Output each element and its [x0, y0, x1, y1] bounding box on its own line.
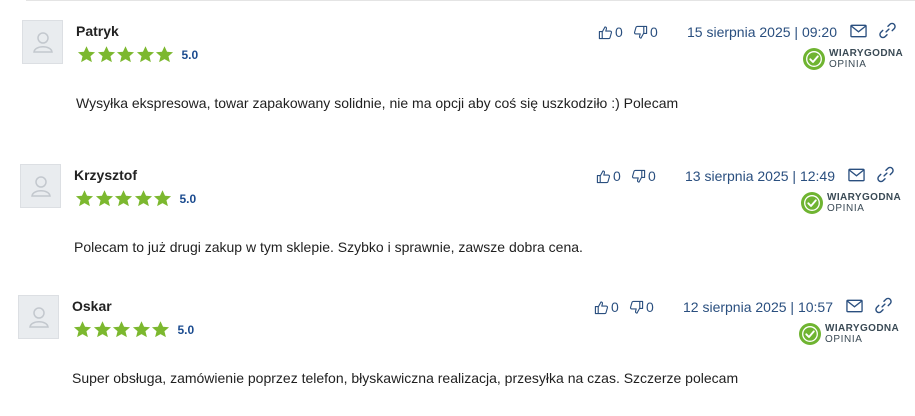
envelope-icon[interactable] — [848, 168, 865, 182]
rating-stars: 5.0 — [77, 45, 198, 64]
thumbs-up-icon — [596, 169, 611, 183]
review-date: 13 sierpnia 2025 | 12:49 — [685, 168, 835, 184]
review-item: Oskar 5.0 0 0 12 sierpnia 2025 | 10:57 W… — [0, 275, 911, 405]
helpful-vote-button[interactable]: 0 — [594, 299, 619, 315]
rating-stars: 5.0 — [73, 320, 194, 339]
star-icon — [93, 321, 111, 338]
envelope-icon[interactable] — [850, 24, 867, 38]
avatar — [20, 164, 61, 208]
star-icon — [114, 190, 133, 207]
star-icon — [153, 190, 172, 207]
chain-link-icon[interactable] — [879, 22, 896, 39]
user-silhouette-icon — [32, 32, 53, 53]
review-text: Wysyłka ekspresowa, towar zapakowany sol… — [76, 95, 679, 111]
unhelpful-count: 0 — [648, 168, 656, 184]
verified-opinion-badge: WIARYGODNA OPINIA — [798, 322, 899, 346]
rating-score: 5.0 — [177, 322, 195, 337]
helpful-vote-button[interactable]: 0 — [598, 24, 623, 40]
review-author: Krzysztof — [74, 167, 138, 183]
thumbs-down-icon — [629, 300, 644, 314]
unhelpful-count: 0 — [646, 299, 654, 315]
rating-score: 5.0 — [181, 47, 199, 62]
rating-stars: 5.0 — [75, 189, 196, 208]
badge-title: WIARYGODNA — [827, 192, 902, 203]
envelope-icon[interactable] — [846, 299, 863, 313]
unhelpful-vote-button[interactable]: 0 — [631, 168, 656, 184]
verified-check-badge-icon — [803, 48, 825, 70]
chain-link-icon[interactable] — [875, 297, 892, 314]
thumbs-up-icon — [598, 25, 613, 39]
review-text: Polecam to już drugi zakup w tym sklepie… — [74, 239, 583, 255]
helpful-count: 0 — [615, 24, 623, 40]
verified-check-badge-icon — [799, 323, 821, 345]
star-icon — [112, 321, 131, 338]
badge-subtitle: OPINIA — [825, 334, 863, 345]
verified-opinion-badge: WIARYGODNA OPINIA — [802, 47, 903, 71]
star-icon — [116, 46, 135, 63]
star-icon — [77, 46, 96, 63]
badge-title: WIARYGODNA — [825, 323, 900, 334]
verified-opinion-badge: WIARYGODNA OPINIA — [800, 191, 901, 215]
star-icon — [97, 46, 115, 63]
review-author: Oskar — [72, 298, 112, 314]
unhelpful-count: 0 — [650, 24, 658, 40]
unhelpful-vote-button[interactable]: 0 — [629, 299, 654, 315]
helpful-count: 0 — [611, 299, 619, 315]
star-icon — [134, 190, 152, 207]
verified-check-badge-icon — [801, 192, 823, 214]
star-icon — [75, 190, 94, 207]
review-date: 12 sierpnia 2025 | 10:57 — [683, 299, 833, 315]
star-icon — [155, 46, 174, 63]
unhelpful-vote-button[interactable]: 0 — [633, 24, 658, 40]
thumbs-up-icon — [594, 300, 609, 314]
star-icon — [151, 321, 170, 338]
rating-score: 5.0 — [179, 191, 197, 206]
chain-link-icon[interactable] — [877, 166, 894, 183]
badge-title: WIARYGODNA — [829, 48, 904, 59]
star-icon — [132, 321, 150, 338]
review-item: Krzysztof 5.0 0 0 13 sierpnia 2025 | 12:… — [0, 144, 913, 274]
star-icon — [136, 46, 154, 63]
thumbs-down-icon — [631, 169, 646, 183]
user-silhouette-icon — [28, 307, 49, 328]
review-date: 15 sierpnia 2025 | 09:20 — [687, 24, 837, 40]
user-silhouette-icon — [30, 176, 51, 197]
star-icon — [73, 321, 92, 338]
review-item: Patryk 5.0 0 0 15 sierpnia 2025 | 09:20 … — [0, 0, 915, 130]
badge-subtitle: OPINIA — [827, 203, 865, 214]
thumbs-down-icon — [633, 25, 648, 39]
review-text: Super obsługa, zamówienie poprzez telefo… — [72, 370, 739, 386]
avatar — [22, 20, 63, 64]
star-icon — [95, 190, 113, 207]
helpful-count: 0 — [613, 168, 621, 184]
review-author: Patryk — [76, 23, 119, 39]
badge-subtitle: OPINIA — [829, 59, 867, 70]
avatar — [18, 295, 59, 339]
helpful-vote-button[interactable]: 0 — [596, 168, 621, 184]
